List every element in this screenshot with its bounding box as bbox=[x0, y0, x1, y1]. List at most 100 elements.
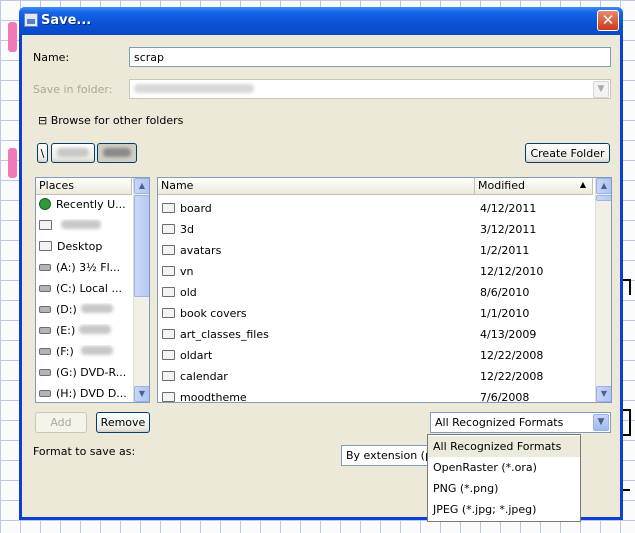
folder-icon bbox=[162, 224, 175, 234]
drive-icon bbox=[39, 285, 51, 292]
file-type-dropdown: All Recognized Formats OpenRaster (*.ora… bbox=[427, 434, 581, 522]
filename-input[interactable]: scrap bbox=[129, 47, 611, 67]
places-item[interactable]: (C:) Local ... bbox=[39, 282, 131, 303]
file-row[interactable]: avatars 1/2/2011 bbox=[158, 240, 594, 261]
places-item[interactable]: (E:) bbox=[39, 324, 131, 345]
places-item[interactable]: (D:) bbox=[39, 303, 131, 324]
file-row[interactable]: vn 12/12/2010 bbox=[158, 261, 594, 282]
places-item[interactable]: (A:) 3½ Fl... bbox=[39, 261, 131, 282]
files-panel: Name Modified ▲ board 4/12/2011 3d 3/12/201… bbox=[157, 177, 612, 403]
places-scrollbar[interactable]: ▲ ▼ bbox=[133, 178, 149, 402]
folder-icon bbox=[39, 220, 52, 230]
dropdown-option[interactable]: PNG (*.png) bbox=[428, 478, 580, 499]
drive-icon bbox=[39, 348, 51, 355]
places-item-label: Recently U... bbox=[56, 198, 126, 211]
file-modified: 4/13/2009 bbox=[480, 328, 537, 341]
cdrom-icon bbox=[39, 390, 51, 397]
dropdown-option[interactable]: All Recognized Formats bbox=[428, 436, 580, 457]
files-scrollbar[interactable]: ▲ ▼ bbox=[595, 178, 611, 402]
folder-icon bbox=[162, 308, 175, 318]
close-icon: ✕ bbox=[601, 11, 615, 29]
file-name: calendar bbox=[180, 370, 228, 383]
folder-icon bbox=[162, 203, 175, 213]
file-row[interactable]: oldart 12/22/2008 bbox=[158, 345, 594, 366]
places-item[interactable]: (F:) bbox=[39, 345, 131, 366]
file-modified: 1/1/2010 bbox=[480, 307, 530, 320]
scroll-thumb[interactable] bbox=[596, 195, 611, 201]
blurred-folder-name bbox=[57, 148, 89, 157]
folder-icon bbox=[162, 245, 175, 255]
path-button-root[interactable]: \ bbox=[37, 143, 48, 163]
save-in-folder-combo: ▼ bbox=[129, 79, 611, 99]
file-row[interactable]: 3d 3/12/2011 bbox=[158, 219, 594, 240]
places-item[interactable]: Recently U... bbox=[39, 198, 131, 219]
browse-toggle[interactable]: ⊟ Browse for other folders bbox=[38, 114, 183, 127]
chevron-down-icon: ▼ bbox=[593, 81, 609, 98]
places-item[interactable]: (G:) DVD-R... bbox=[39, 366, 131, 387]
file-name: art_classes_files bbox=[180, 328, 269, 341]
recent-icon bbox=[39, 198, 51, 210]
file-modified: 12/22/2008 bbox=[480, 349, 544, 362]
places-header[interactable]: Places bbox=[36, 178, 132, 195]
save-in-folder-label: Save in folder: bbox=[33, 83, 113, 96]
file-row[interactable]: moodtheme 7/6/2008 bbox=[158, 387, 594, 403]
places-item[interactable]: (H:) DVD D... bbox=[39, 387, 131, 402]
blurred-folder-name bbox=[103, 148, 131, 157]
browse-label: Browse for other folders bbox=[50, 114, 184, 127]
scroll-down-icon[interactable]: ▼ bbox=[134, 386, 149, 402]
folder-icon bbox=[162, 392, 175, 402]
file-modified: 12/12/2010 bbox=[480, 265, 544, 278]
add-place-button[interactable]: Add bbox=[35, 412, 87, 433]
places-item-label: (F:) bbox=[56, 345, 78, 358]
file-row[interactable]: calendar 12/22/2008 bbox=[158, 366, 594, 387]
background-mark bbox=[8, 22, 17, 52]
scroll-up-icon[interactable]: ▲ bbox=[596, 178, 611, 194]
places-item-label: (G:) DVD-R... bbox=[56, 366, 127, 379]
folder-icon bbox=[162, 287, 175, 297]
file-row[interactable]: book covers 1/1/2010 bbox=[158, 303, 594, 324]
column-header-modified[interactable]: Modified ▲ bbox=[475, 178, 593, 195]
title-bar[interactable]: Save... ✕ bbox=[19, 7, 623, 35]
places-item[interactable]: Desktop bbox=[39, 240, 131, 261]
places-item-label: (D:) bbox=[56, 303, 77, 316]
sort-ascending-icon: ▲ bbox=[579, 180, 586, 189]
drive-icon bbox=[39, 327, 51, 334]
close-button[interactable]: ✕ bbox=[597, 10, 619, 31]
file-type-filter[interactable]: All Recognized Formats ▼ bbox=[430, 412, 611, 433]
format-combo-value: By extension (p bbox=[346, 449, 432, 462]
cdrom-icon bbox=[39, 369, 51, 376]
blurred-label bbox=[81, 346, 114, 355]
scroll-thumb[interactable] bbox=[134, 195, 149, 297]
column-header-name[interactable]: Name bbox=[158, 178, 475, 195]
blurred-label bbox=[80, 304, 113, 313]
scroll-down-icon[interactable]: ▼ bbox=[596, 386, 611, 402]
remove-place-button[interactable]: Remove bbox=[96, 412, 150, 433]
places-item[interactable] bbox=[39, 219, 131, 240]
path-button-current[interactable] bbox=[97, 143, 137, 163]
chevron-down-icon: ▼ bbox=[593, 414, 609, 431]
folder-icon bbox=[162, 350, 175, 360]
format-combo[interactable]: By extension (p bbox=[341, 445, 433, 466]
dropdown-option[interactable]: OpenRaster (*.ora) bbox=[428, 457, 580, 478]
scroll-up-icon[interactable]: ▲ bbox=[134, 178, 149, 194]
drive-icon bbox=[39, 306, 51, 313]
path-button-folder[interactable] bbox=[51, 143, 95, 163]
blurred-path bbox=[134, 84, 254, 93]
dropdown-option[interactable]: JPEG (*.jpg; *.jpeg) bbox=[428, 499, 580, 520]
places-panel: Places Recently U... Desktop (A:) 3½ Fl...… bbox=[35, 177, 150, 403]
places-item-label: (H:) DVD D... bbox=[56, 387, 127, 400]
file-row[interactable]: board 4/12/2011 bbox=[158, 198, 594, 219]
file-row[interactable]: old 8/6/2010 bbox=[158, 282, 594, 303]
file-modified: 7/6/2008 bbox=[480, 391, 530, 403]
create-folder-button[interactable]: Create Folder bbox=[525, 143, 610, 163]
folder-icon bbox=[162, 266, 175, 276]
places-item-label: Desktop bbox=[57, 240, 103, 253]
file-name: avatars bbox=[180, 244, 222, 257]
window-title: Save... bbox=[41, 13, 92, 28]
folder-icon bbox=[162, 329, 175, 339]
modified-label: Modified bbox=[478, 179, 525, 192]
file-modified: 1/2/2011 bbox=[480, 244, 530, 257]
file-row[interactable]: art_classes_files 4/13/2009 bbox=[158, 324, 594, 345]
file-name: board bbox=[180, 202, 212, 215]
blurred-label bbox=[79, 325, 112, 334]
